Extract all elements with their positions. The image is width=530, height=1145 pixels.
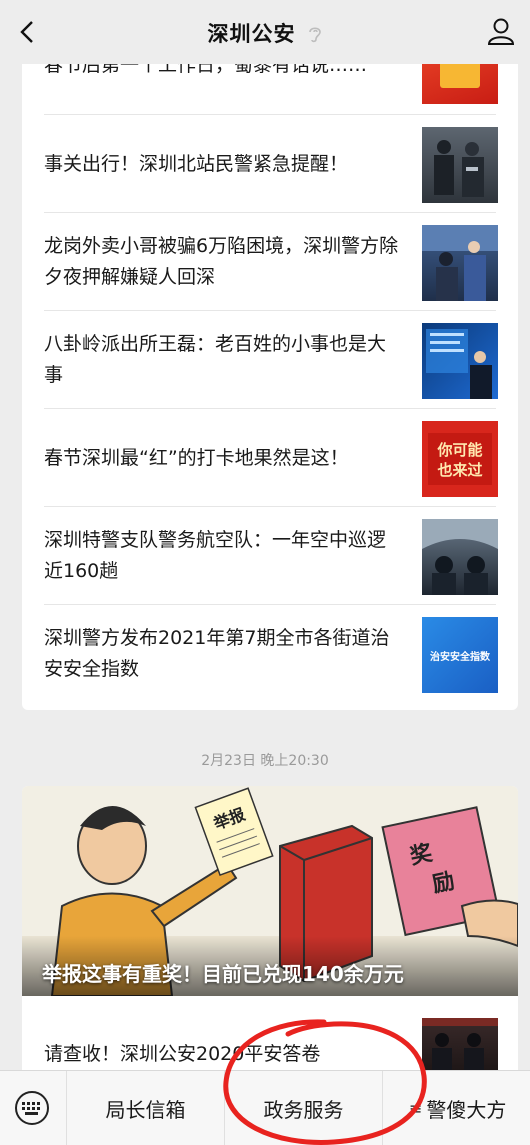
article-thumbnail: 治安安全指数 [422, 617, 498, 693]
list-item[interactable]: 春节后第一个工作日，蜀黍有话说…… [44, 64, 498, 114]
article-thumbnail [422, 225, 498, 301]
list-item[interactable]: 龙岗外卖小哥被骗6万陷困境，深圳警方除夕夜押解嫌疑人回深 [44, 212, 498, 310]
menu-item-government-services[interactable]: 政务服务 [224, 1071, 382, 1145]
article-title: 八卦岭派出所王磊：老百姓的小事也是大事 [44, 333, 387, 386]
list-item[interactable]: 深圳警方发布2021年第7期全市各街道治安安全指数 治安安全指数 [44, 604, 498, 702]
title-wrap: 深圳公安 [0, 18, 530, 48]
list-item[interactable]: 春节深圳最“红”的打卡地果然是这！ 你可能 也来过 [44, 408, 498, 506]
thumb-text: 治安安全指数 [430, 651, 490, 663]
list-item[interactable]: 深圳特警支队警务航空队：一年空中巡逻近160趟 [44, 506, 498, 604]
keyboard-icon[interactable] [12, 1091, 52, 1125]
article-thumbnail [422, 127, 498, 203]
top-bar: 深圳公安 [0, 0, 530, 64]
article-card: 举报 奖 励 举报这事有重奖！目前已兑现140余万元 请查收！深圳公安2020平… [22, 786, 518, 1076]
article-thumbnail [422, 323, 498, 399]
menu-list-icon: ≡ [409, 1099, 423, 1118]
menu-item-director-mailbox[interactable]: 局长信箱 [66, 1071, 224, 1145]
cover-title: 举报这事有重奖！目前已兑现140余万元 [42, 962, 404, 986]
article-thumbnail [422, 519, 498, 595]
article-title: 深圳警方发布2021年第7期全市各街道治安安全指数 [44, 627, 390, 680]
ear-icon[interactable] [307, 25, 323, 43]
thumb-text-line-2: 也来过 [437, 461, 482, 479]
list-item[interactable]: 请查收！深圳公安2020平安答卷 [44, 1016, 498, 1076]
article-title: 深圳特警支队警务航空队：一年空中巡逻近160趟 [44, 529, 387, 582]
article-title: 龙岗外卖小哥被骗6万陷困境，深圳警方除夕夜押解嫌疑人回深 [44, 235, 399, 288]
article-title: 春节后第一个工作日，蜀黍有话说…… [44, 64, 368, 76]
profile-icon[interactable] [486, 16, 516, 46]
article-card: 春节后第一个工作日，蜀黍有话说…… 事关出行！深圳北站民警紧急提醒！ 龙岗外卖小… [22, 64, 518, 710]
article-title: 春节深圳最“红”的打卡地果然是这！ [44, 446, 349, 469]
list-item[interactable]: 八卦岭派出所王磊：老百姓的小事也是大事 [44, 310, 498, 408]
list-item[interactable]: 事关出行！深圳北站民警紧急提醒！ [44, 114, 498, 212]
bottom-menu-bar: 局长信箱 政务服务 ≡ 警傻大方 [0, 1070, 530, 1145]
cover-article[interactable]: 举报 奖 励 举报这事有重奖！目前已兑现140余万元 [22, 786, 518, 997]
article-title: 请查收！深圳公安2020平安答卷 [44, 1042, 321, 1065]
thumb-text-line-1: 你可能 [436, 441, 482, 459]
article-thumbnail [422, 1018, 498, 1076]
article-thumbnail: 你可能 也来过 [422, 421, 498, 497]
article-title: 事关出行！深圳北站民警紧急提醒！ [44, 152, 349, 175]
article-thumbnail [422, 64, 498, 104]
menu-item-label: 警傻大方 [426, 1098, 507, 1122]
page-title: 深圳公安 [207, 22, 296, 46]
message-timestamp: 2月23日 晚上20:30 [201, 753, 329, 769]
menu-item-police-more[interactable]: ≡ 警傻大方 [382, 1071, 530, 1145]
